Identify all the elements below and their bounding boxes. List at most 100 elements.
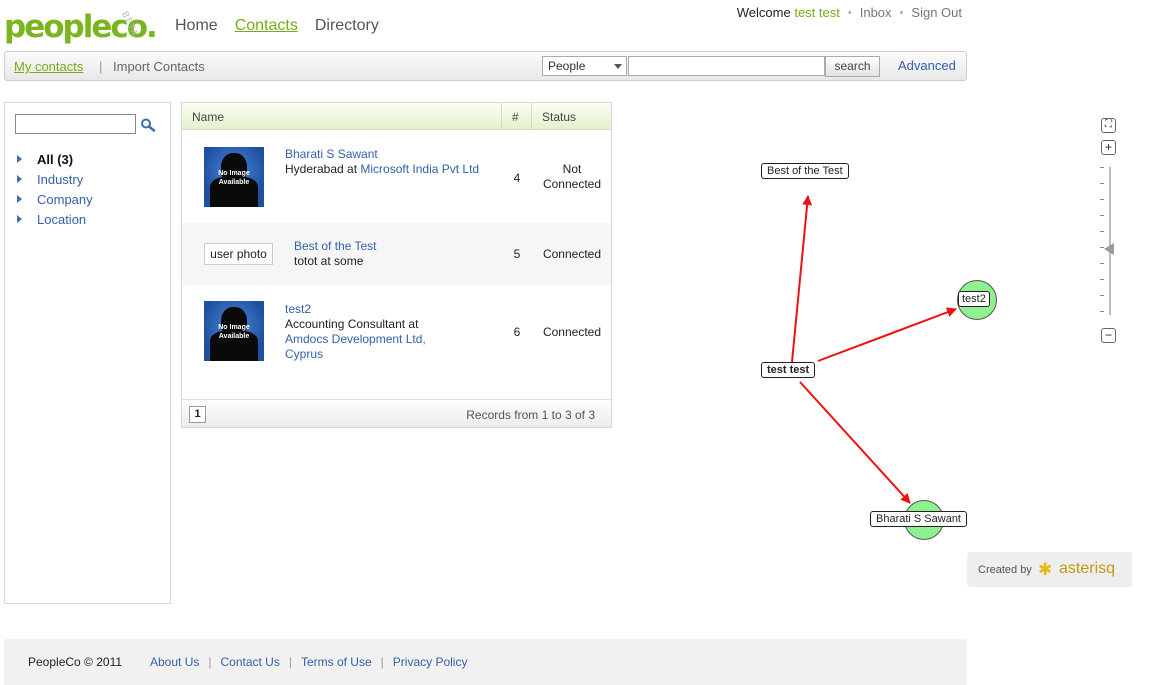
copyright-text: PeopleCo © 2011 bbox=[28, 655, 123, 669]
user-photo-placeholder[interactable]: user photo bbox=[204, 243, 273, 265]
search-scope-value: People bbox=[548, 59, 586, 73]
zoom-tick bbox=[1100, 183, 1104, 184]
separator: • bbox=[847, 6, 852, 19]
filter-input[interactable] bbox=[15, 114, 136, 134]
zoom-tick bbox=[1100, 279, 1104, 280]
network-graph[interactable]: Best of the Test test2 test test Bharati… bbox=[620, 100, 1100, 560]
filter-tree: All (3) Industry Company Location bbox=[17, 149, 93, 229]
asterisq-brand: asterisq bbox=[1059, 560, 1116, 577]
contact-info: test2 Accounting Consultant at Amdocs De… bbox=[285, 302, 455, 362]
contact-company-link[interactable]: Amdocs Development Ltd, Cyprus bbox=[285, 332, 455, 362]
contacts-table: Name # Status No Image Available Bharati… bbox=[181, 102, 612, 428]
search-icon[interactable] bbox=[140, 118, 156, 132]
graph-node-bharati-s-sawant[interactable]: Bharati S Sawant bbox=[870, 511, 967, 527]
contact-title: totot at some bbox=[294, 254, 364, 268]
footer-link-terms[interactable]: Terms of Use bbox=[301, 655, 372, 669]
contact-name-link[interactable]: Bharati S Sawant bbox=[285, 147, 480, 162]
page-footer: PeopleCo © 2011 About Us | Contact Us | … bbox=[4, 639, 967, 685]
nav-contacts[interactable]: Contacts bbox=[235, 17, 298, 35]
zoom-tick bbox=[1100, 311, 1104, 312]
sidebar-item-all[interactable]: All (3) bbox=[17, 149, 93, 169]
contacts-toolbar: My contacts | Import Contacts People sea… bbox=[4, 51, 967, 81]
search-button[interactable]: search bbox=[825, 56, 880, 77]
my-contacts-tab[interactable]: My contacts bbox=[14, 59, 83, 74]
zoom-in-button[interactable]: + bbox=[1101, 140, 1116, 155]
contact-name-link[interactable]: Best of the Test bbox=[294, 239, 494, 254]
zoom-slider-handle[interactable] bbox=[1104, 243, 1114, 255]
sidebar-item-industry[interactable]: Industry bbox=[17, 169, 93, 189]
asterisq-logo-icon: ✱ bbox=[1038, 560, 1053, 579]
table-footer: 1 Records from 1 to 3 of 3 bbox=[182, 399, 611, 427]
main-nav: Home Contacts Directory bbox=[175, 17, 379, 35]
zoom-tick bbox=[1100, 263, 1104, 264]
graph-node-test2[interactable]: test2 bbox=[958, 291, 990, 307]
contact-number: 5 bbox=[513, 247, 521, 261]
contact-info: Bharati S Sawant Hyderabad at Microsoft … bbox=[285, 147, 480, 177]
zoom-out-button[interactable]: − bbox=[1101, 328, 1116, 343]
user-nav: Welcome test test • Inbox • Sign Out bbox=[737, 5, 962, 20]
expand-arrow-icon[interactable] bbox=[17, 215, 22, 223]
column-header-status[interactable]: Status bbox=[542, 110, 576, 124]
footer-link-contact[interactable]: Contact Us bbox=[220, 655, 279, 669]
column-divider bbox=[531, 103, 532, 130]
contact-status: Not Connected bbox=[542, 162, 602, 191]
sidebar-item-location[interactable]: Location bbox=[17, 209, 93, 229]
peopleco-logo[interactable]: peopleco. BETA bbox=[4, 6, 158, 48]
footer-links: About Us | Contact Us | Terms of Use | P… bbox=[150, 655, 467, 669]
created-by-label: Created by bbox=[978, 564, 1032, 576]
contact-company-link[interactable]: Microsoft India Pvt Ltd bbox=[360, 162, 479, 176]
contact-info: Best of the Test totot at some bbox=[294, 239, 494, 269]
sidebar-item-company[interactable]: Company bbox=[17, 189, 93, 209]
graph-edge bbox=[791, 195, 813, 363]
table-row: No Image Available Bharati S Sawant Hyde… bbox=[182, 131, 611, 223]
column-header-name[interactable]: Name bbox=[192, 110, 224, 124]
fit-screen-icon[interactable]: ⛶ bbox=[1101, 118, 1116, 133]
contact-status: Connected bbox=[542, 247, 602, 261]
footer-link-about[interactable]: About Us bbox=[150, 655, 199, 669]
expand-arrow-icon[interactable] bbox=[17, 195, 22, 203]
expand-arrow-icon[interactable] bbox=[17, 155, 22, 163]
search-input[interactable] bbox=[628, 56, 825, 76]
graph-edge bbox=[799, 381, 911, 504]
footer-separator: | bbox=[208, 655, 212, 669]
created-by-badge[interactable]: Created by ✱ asterisq bbox=[967, 552, 1132, 587]
user-name-link[interactable]: test test bbox=[794, 5, 840, 20]
zoom-tick bbox=[1100, 215, 1104, 216]
table-row: No Image Available test2 Accounting Cons… bbox=[182, 285, 611, 385]
contact-title: Accounting Consultant at bbox=[285, 317, 419, 331]
contact-title: Hyderabad at bbox=[285, 162, 358, 176]
footer-separator: | bbox=[380, 655, 384, 669]
records-count: Records from 1 to 3 of 3 bbox=[466, 408, 595, 422]
graph-node-best-of-the-test[interactable]: Best of the Test bbox=[761, 163, 849, 179]
column-divider bbox=[501, 103, 502, 130]
table-row: user photo Best of the Test totot at som… bbox=[182, 223, 611, 285]
sign-out-link[interactable]: Sign Out bbox=[911, 5, 962, 20]
nav-home[interactable]: Home bbox=[175, 17, 218, 35]
search-scope-select[interactable]: People bbox=[542, 56, 627, 76]
page-number-button[interactable]: 1 bbox=[189, 406, 206, 423]
zoom-control: ⛶ + − bbox=[1100, 117, 1120, 347]
footer-separator: | bbox=[288, 655, 292, 669]
dropdown-arrow-icon bbox=[614, 64, 622, 69]
column-header-number[interactable]: # bbox=[512, 110, 519, 124]
graph-edges bbox=[791, 195, 957, 504]
table-header: Name # Status bbox=[182, 103, 611, 130]
contact-number: 6 bbox=[513, 325, 521, 339]
contact-name-link[interactable]: test2 bbox=[285, 302, 455, 317]
filter-sidebar: All (3) Industry Company Location bbox=[4, 102, 171, 604]
nav-directory[interactable]: Directory bbox=[315, 17, 379, 35]
contact-status: Connected bbox=[542, 325, 602, 339]
zoom-slider-track[interactable] bbox=[1109, 167, 1111, 315]
separator: • bbox=[899, 6, 904, 19]
contact-photo[interactable]: No Image Available bbox=[204, 301, 264, 361]
contact-photo[interactable]: No Image Available bbox=[204, 147, 264, 207]
advanced-search-link[interactable]: Advanced bbox=[898, 58, 956, 73]
inbox-link[interactable]: Inbox bbox=[860, 5, 892, 20]
no-image-text: No Image Available bbox=[218, 324, 250, 340]
toolbar-divider: | bbox=[99, 59, 103, 74]
graph-node-test-test[interactable]: test test bbox=[761, 362, 816, 378]
expand-arrow-icon[interactable] bbox=[17, 175, 22, 183]
zoom-tick bbox=[1100, 167, 1104, 168]
footer-link-privacy[interactable]: Privacy Policy bbox=[393, 655, 468, 669]
import-contacts-tab[interactable]: Import Contacts bbox=[113, 59, 205, 74]
